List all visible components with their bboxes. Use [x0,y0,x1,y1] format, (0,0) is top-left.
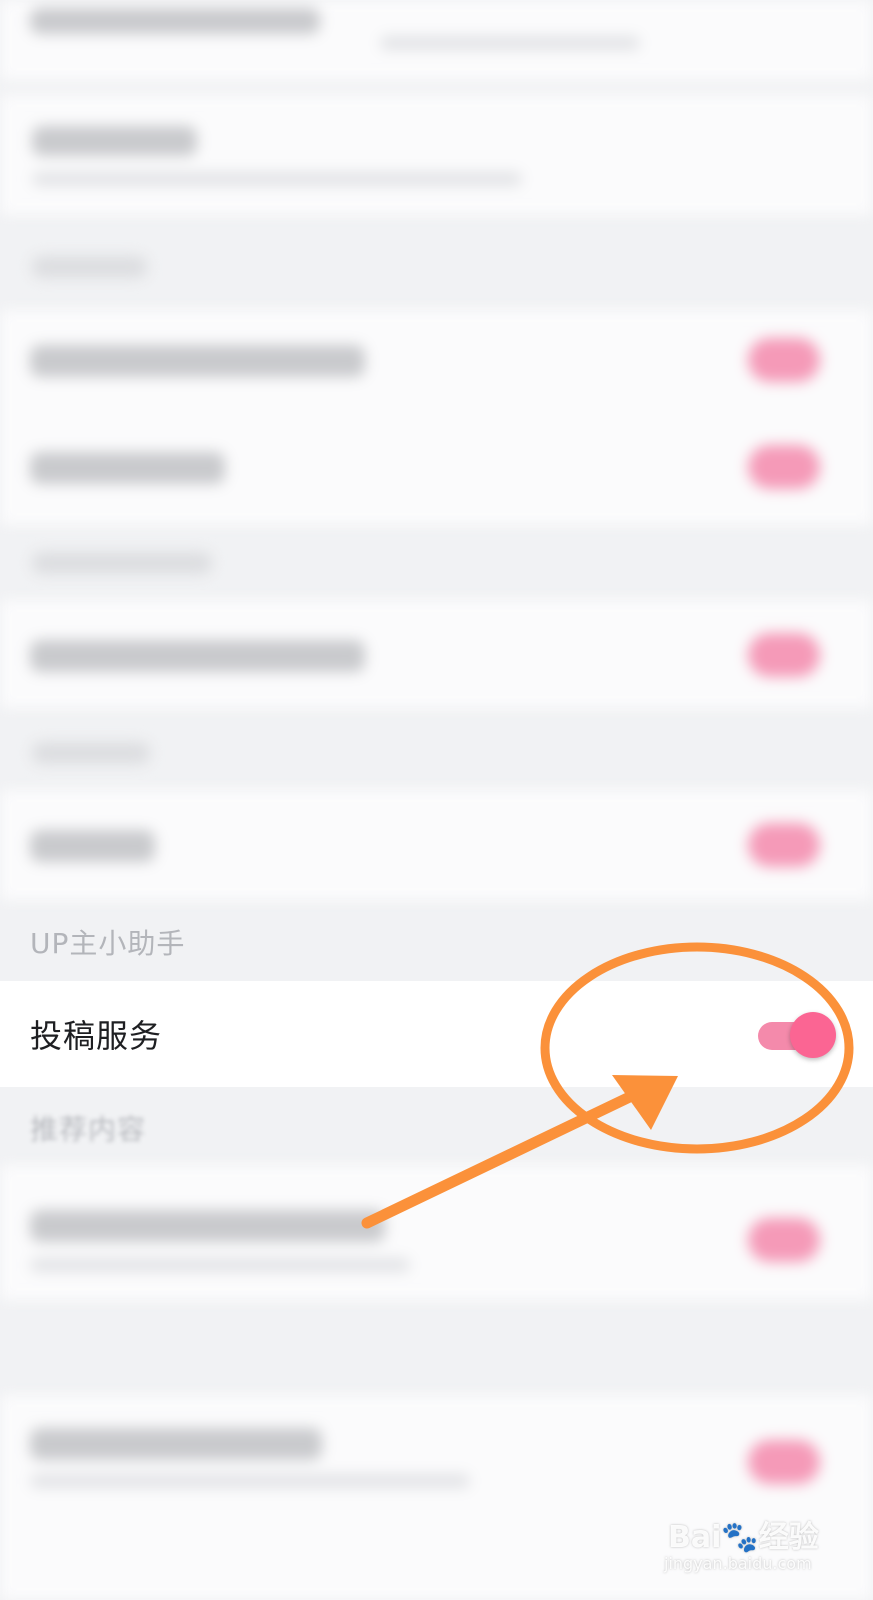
blurred-row [0,310,873,525]
blurred-text [380,36,640,50]
blurred-toggle [748,823,820,867]
blurred-toggle [748,445,820,489]
setting-label: 投稿服务 [30,1017,163,1055]
blurred-settings-list [0,0,873,1600]
blurred-text [32,172,522,186]
watermark-logo-text: Bai🐾经验 [668,1520,819,1555]
baidu-jingyan-watermark: Bai🐾经验 jingyan.baidu.com [660,1508,860,1588]
blurred-text [30,1474,470,1488]
blurred-text [32,126,197,156]
blurred-text [30,1210,385,1242]
blurred-text [30,452,225,484]
blurred-text [30,1258,410,1272]
watermark-url: jingyan.baidu.com [664,1554,812,1573]
blurred-text [30,640,365,672]
blurred-toggle [748,633,820,677]
blurred-text [30,8,320,34]
blurred-text [30,830,155,862]
blurred-section-header [32,256,147,278]
section-header-recommended: 推荐内容 [30,1113,147,1146]
blurred-toggle [748,338,820,382]
section-header-up-assistant: UP主小助手 [30,927,186,960]
blurred-section-header [32,552,212,574]
submission-service-toggle[interactable] [758,1010,836,1060]
blurred-text [30,1428,322,1460]
toggle-knob [790,1012,836,1058]
blurred-section-header [32,742,150,764]
blurred-text [30,345,365,377]
setting-row-submission-service: 投稿服务 [0,981,873,1087]
blurred-toggle [748,1218,820,1262]
blurred-toggle [748,1440,820,1484]
